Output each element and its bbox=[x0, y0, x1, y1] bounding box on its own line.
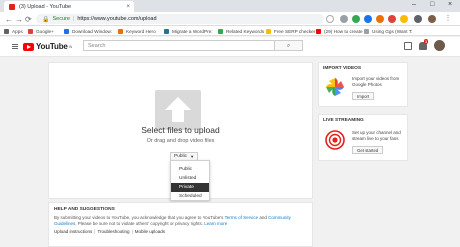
drag-drop-hint: Or drag and drop video files bbox=[146, 138, 215, 144]
youtube-header: YouTube IN Search ⌕ 3 bbox=[0, 37, 460, 57]
logo-text: YouTube bbox=[36, 42, 68, 51]
help-panel: HELP AND SUGGESTIONS By submitting your … bbox=[48, 202, 313, 247]
bookmark-item[interactable]: Apps bbox=[4, 27, 23, 35]
import-videos-card: IMPORT VIDEOS Import your videos from Go… bbox=[318, 62, 408, 107]
live-card-title: LIVE STREAMING bbox=[323, 118, 364, 123]
hamburger-menu-icon[interactable] bbox=[12, 44, 18, 49]
bookmark-icon bbox=[316, 28, 321, 34]
import-button[interactable]: Import bbox=[352, 92, 375, 100]
bookmark-icon bbox=[28, 28, 33, 34]
bookmark-icon bbox=[164, 28, 169, 34]
terms-link[interactable]: Terms of Service bbox=[225, 215, 259, 220]
bookmark-icon bbox=[64, 28, 69, 34]
upload-instructions-link[interactable]: Upload instructions bbox=[54, 229, 92, 234]
maximize-icon[interactable]: □ bbox=[430, 1, 434, 8]
live-card-description: Set up your channel and stream live to y… bbox=[352, 130, 401, 141]
extension-icon[interactable] bbox=[352, 14, 360, 23]
chrome-menu-icon[interactable]: ⋮ bbox=[444, 14, 452, 23]
url-separator: | bbox=[72, 16, 75, 22]
import-card-title: IMPORT VIDEOS bbox=[323, 66, 362, 71]
address-bar[interactable]: 🔒 Secure | https://www.youtube.com/uploa… bbox=[36, 14, 324, 24]
live-streaming-card: LIVE STREAMING Set up your channel and s… bbox=[318, 114, 408, 161]
tab-close-icon[interactable]: × bbox=[126, 4, 130, 10]
bookmark-item[interactable]: Using Ggs (Want T: bbox=[364, 27, 412, 35]
privacy-option-scheduled[interactable]: Scheduled bbox=[171, 192, 209, 201]
bookmark-icon bbox=[266, 28, 271, 34]
bookmark-item[interactable]: Keyword Hero bbox=[118, 27, 156, 35]
learn-more-link[interactable]: Learn more bbox=[204, 221, 227, 226]
bookmark-item[interactable]: Migrate a WordPre: bbox=[164, 27, 213, 35]
upload-arrow-icon[interactable] bbox=[155, 90, 201, 130]
privacy-option-unlisted[interactable]: Unlisted bbox=[171, 174, 209, 183]
url-text: https://www.youtube.com/upload bbox=[77, 16, 157, 22]
forward-icon[interactable]: → bbox=[15, 15, 23, 24]
import-card-description: Import your videos from Google Photos bbox=[352, 76, 400, 87]
extension-icon[interactable] bbox=[388, 14, 396, 23]
bookmark-item[interactable]: Related Keywords bbox=[218, 27, 264, 35]
upload-video-icon[interactable] bbox=[404, 42, 412, 50]
apps-icon bbox=[4, 28, 9, 34]
extension-icon[interactable] bbox=[340, 14, 348, 23]
lock-icon: 🔒 bbox=[42, 16, 50, 23]
close-window-icon[interactable]: × bbox=[448, 1, 452, 8]
privacy-option-private[interactable]: Private bbox=[171, 183, 209, 192]
secure-label: Secure bbox=[52, 16, 70, 22]
live-stream-icon bbox=[325, 130, 345, 150]
youtube-logo[interactable]: YouTube IN bbox=[23, 42, 72, 51]
profile-avatar[interactable] bbox=[428, 14, 436, 23]
bookmark-icon bbox=[218, 28, 223, 34]
privacy-option-public[interactable]: Public bbox=[171, 165, 209, 174]
search-input[interactable]: Search bbox=[83, 40, 275, 51]
youtube-play-icon bbox=[23, 42, 34, 51]
account-avatar[interactable] bbox=[434, 40, 445, 51]
extension-icon[interactable] bbox=[364, 14, 372, 23]
bookmark-icon bbox=[364, 28, 369, 34]
back-icon[interactable]: ← bbox=[5, 15, 13, 24]
star-icon[interactable] bbox=[326, 14, 334, 23]
bookmark-item[interactable]: Download Window: bbox=[64, 27, 112, 35]
browser-tab-bar: (3) Upload - YouTube × – □ × bbox=[0, 0, 460, 12]
bookmark-item[interactable]: (29) How to create bbox=[316, 27, 363, 35]
help-text: By submitting your videos to YouTube, yo… bbox=[54, 215, 291, 226]
tab-title: (3) Upload - YouTube bbox=[19, 3, 72, 10]
notification-badge: 3 bbox=[424, 39, 429, 44]
mobile-uploads-link[interactable]: Mobile uploads bbox=[135, 229, 165, 234]
get-started-button[interactable]: Get started bbox=[352, 146, 384, 154]
help-links: Upload instructions | Troubleshooting | Mobi… bbox=[54, 229, 166, 234]
caret-down-icon: ▼ bbox=[190, 154, 195, 159]
google-photos-icon bbox=[326, 78, 344, 96]
browser-tab[interactable]: (3) Upload - YouTube × bbox=[4, 1, 134, 12]
select-files-title[interactable]: Select files to upload bbox=[49, 125, 312, 135]
bookmark-icon bbox=[118, 28, 123, 34]
logo-country: IN bbox=[68, 44, 73, 49]
reload-icon[interactable]: ⟳ bbox=[25, 15, 32, 24]
youtube-favicon-icon bbox=[9, 3, 15, 10]
privacy-menu: Public Unlisted Private Scheduled bbox=[170, 160, 210, 201]
privacy-selected-label: Public bbox=[174, 154, 188, 159]
bookmarks-bar: Apps Google+ Download Window: Keyword He… bbox=[0, 26, 460, 36]
bookmark-item[interactable]: Google+ bbox=[28, 27, 54, 35]
extension-icon[interactable] bbox=[400, 14, 408, 23]
troubleshooting-link[interactable]: Troubleshooting bbox=[97, 229, 129, 234]
minimize-icon[interactable]: – bbox=[412, 1, 416, 8]
search-button[interactable]: ⌕ bbox=[275, 40, 303, 51]
extension-icon[interactable] bbox=[414, 14, 422, 23]
help-heading: HELP AND SUGGESTIONS bbox=[54, 207, 115, 212]
bookmark-item[interactable]: Free SERP checker bbox=[266, 27, 315, 35]
extension-icon[interactable] bbox=[376, 14, 384, 23]
